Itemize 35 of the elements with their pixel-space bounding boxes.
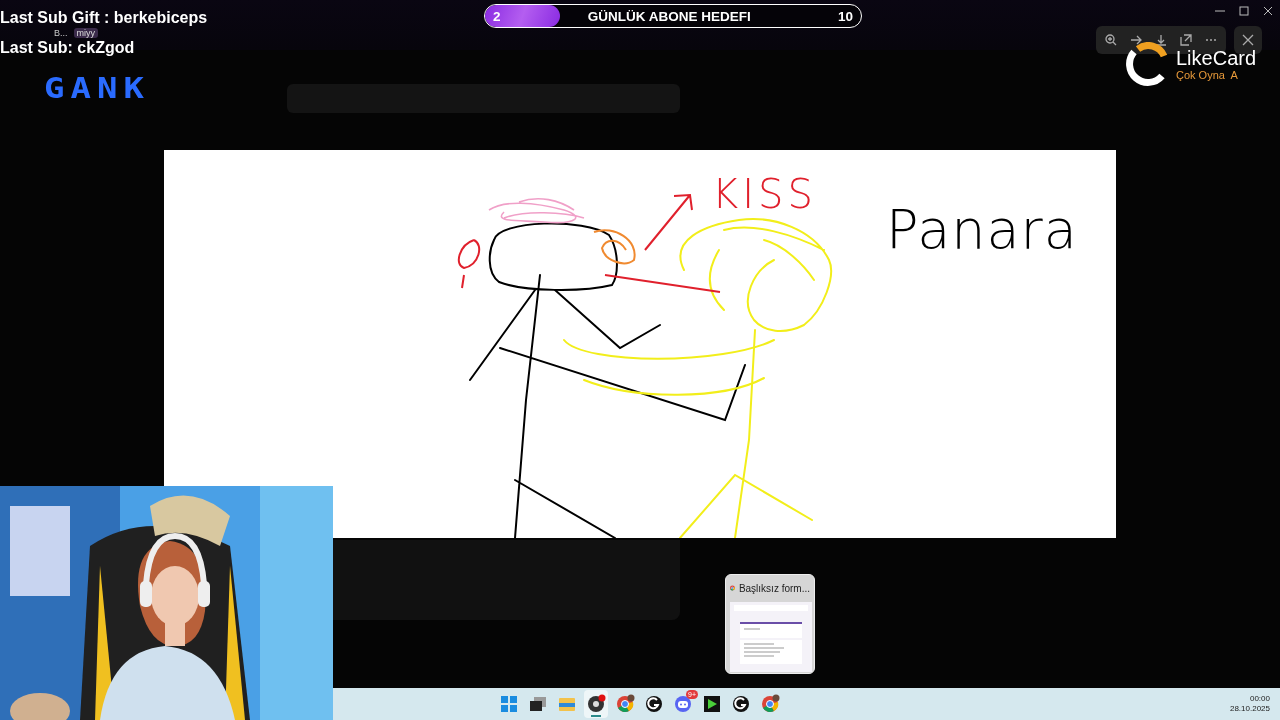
play-icon [702, 694, 722, 714]
clock-date: 28.10.2025 [1229, 704, 1270, 714]
last-sub-gift-text: Last Sub Gift : berkebiceps [0, 8, 208, 28]
sponsor-tagline: Çok Oyna A [1176, 69, 1239, 81]
brand-logo: GANK [44, 72, 150, 104]
maximize-icon[interactable] [1238, 4, 1250, 18]
arrow-icon[interactable] [1130, 34, 1142, 46]
task-view-icon [528, 694, 548, 714]
popout-icon[interactable] [1180, 34, 1192, 46]
g-logo-icon [731, 694, 751, 714]
handwritten-text: KISS [712, 171, 817, 217]
record-icon [586, 694, 606, 714]
download-icon[interactable] [1155, 34, 1167, 46]
window-preview[interactable]: Başlıksız form... [725, 574, 815, 674]
logo-icon [1126, 42, 1170, 86]
goal-target-count: 10 [836, 8, 854, 24]
sponsor-name: LikeCard [1176, 47, 1257, 69]
user-tag: miyy [73, 28, 98, 38]
taskbar-app[interactable] [584, 690, 608, 718]
handwritten-text: Panara [886, 198, 1078, 261]
zoom-icon[interactable] [1105, 34, 1117, 46]
arrow-drawing [644, 193, 693, 251]
start-icon [499, 694, 519, 714]
goal-title: GÜNLÜK ABONE HEDEFI [586, 8, 752, 24]
chat-username: B... [54, 28, 68, 38]
last-sub-text: Last Sub: ckZgod [0, 38, 135, 58]
browser-icon [615, 694, 635, 714]
drawing-canvas[interactable]: KISS Panara [164, 150, 1116, 538]
clock-time: 00:00 [1248, 694, 1270, 704]
g-logo-icon [644, 694, 664, 714]
browser-icon [760, 694, 780, 714]
close-icon [1242, 34, 1254, 46]
goal-current-count: 2 [492, 8, 502, 24]
close-icon[interactable] [1262, 4, 1274, 18]
window-title: Başlıksız form... [738, 582, 810, 594]
